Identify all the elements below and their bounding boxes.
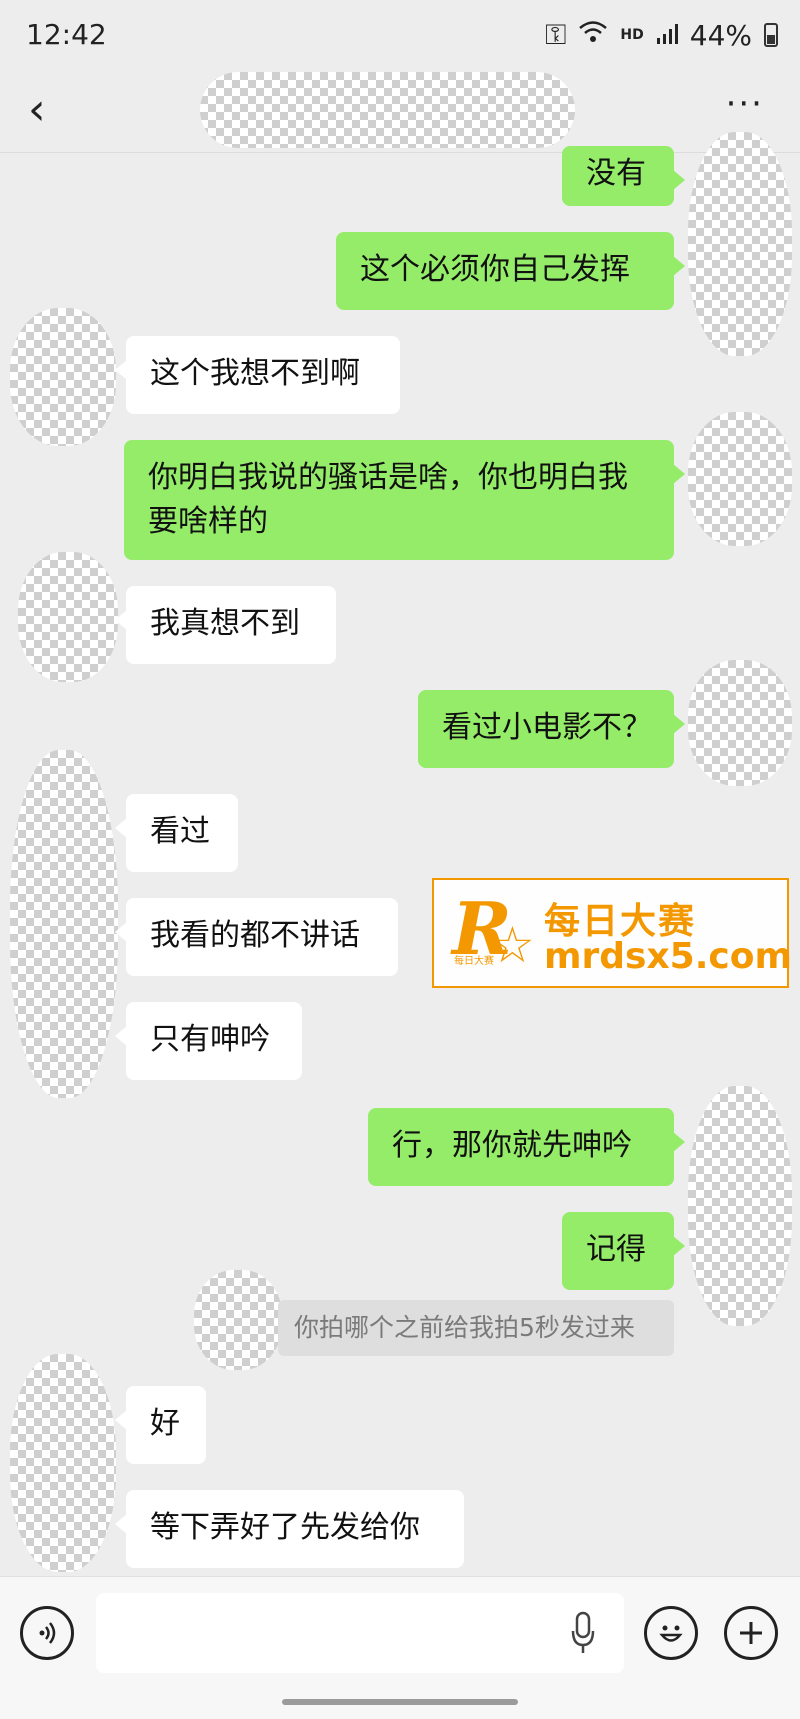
contact-avatar[interactable] <box>10 750 118 1098</box>
contact-name-redacted <box>200 72 575 148</box>
message-bubble-sent[interactable]: 没有 <box>562 146 685 206</box>
message-bubble-received[interactable]: 看过 <box>115 794 238 872</box>
star-icon: ☆ <box>490 916 535 974</box>
network-type-label: HD <box>620 27 644 43</box>
message-bubble-sent[interactable]: 行，那你就先呻吟 <box>368 1108 685 1186</box>
chat-header: ‹ ··· <box>0 70 800 153</box>
message-bubble-sent[interactable]: 看过小电影不？ <box>418 690 685 768</box>
signal-icon <box>656 19 678 52</box>
my-avatar[interactable] <box>688 1086 792 1326</box>
message-bubble-received[interactable]: 只有呻吟 <box>115 1002 302 1080</box>
battery-percent: 44% <box>689 18 752 52</box>
message-bubble-sent[interactable]: 你明白我说的骚话是啥，你也明白我要啥样的 <box>124 440 685 560</box>
home-indicator[interactable] <box>282 1699 518 1705</box>
contact-avatar[interactable] <box>18 552 118 682</box>
watermark-url: mrdsx5.com <box>544 936 792 977</box>
chevron-left-icon[interactable]: ‹ <box>28 88 46 132</box>
status-bar: 12:42 ⚿ HD 44% <box>0 0 800 70</box>
watermark-logo: R 每日大赛 ☆ 每日大赛 mrdsx5.com <box>432 878 792 988</box>
more-options-icon[interactable]: ··· <box>726 84 764 124</box>
vpn-key-icon: ⚿ <box>545 18 567 51</box>
plus-icon[interactable] <box>724 1606 778 1660</box>
message-bubble-received[interactable]: 我看的都不讲话 <box>115 898 398 976</box>
mic-icon[interactable] <box>570 1611 596 1655</box>
contact-avatar[interactable] <box>10 1354 116 1572</box>
contact-avatar[interactable] <box>10 308 116 446</box>
voice-icon[interactable] <box>20 1606 74 1660</box>
emoji-icon[interactable] <box>644 1606 698 1660</box>
message-bubble-received[interactable]: 好 <box>115 1386 206 1464</box>
quoted-message[interactable]: 你拍哪个之前给我拍5秒发过来 <box>278 1300 674 1356</box>
my-avatar[interactable] <box>688 660 792 786</box>
message-input[interactable] <box>96 1593 624 1673</box>
quote-sender-avatar[interactable] <box>194 1270 282 1370</box>
watermark-logo-caption: 每日大赛 <box>454 956 494 967</box>
message-bubble-received[interactable]: 等下弄好了先发给你 <box>115 1490 464 1568</box>
message-bubble-received[interactable]: 我真想不到 <box>115 586 336 664</box>
my-avatar[interactable] <box>688 132 792 356</box>
battery-icon <box>764 23 778 47</box>
status-icons: ⚿ HD 44% <box>545 18 778 52</box>
my-avatar[interactable] <box>688 412 792 546</box>
message-bubble-sent[interactable]: 记得 <box>562 1212 685 1290</box>
message-bubble-received[interactable]: 这个我想不到啊 <box>115 336 400 414</box>
input-bar <box>0 1576 800 1719</box>
message-bubble-sent[interactable]: 这个必须你自己发挥 <box>336 232 685 310</box>
wifi-icon <box>578 19 608 52</box>
status-time: 12:42 <box>26 18 107 51</box>
